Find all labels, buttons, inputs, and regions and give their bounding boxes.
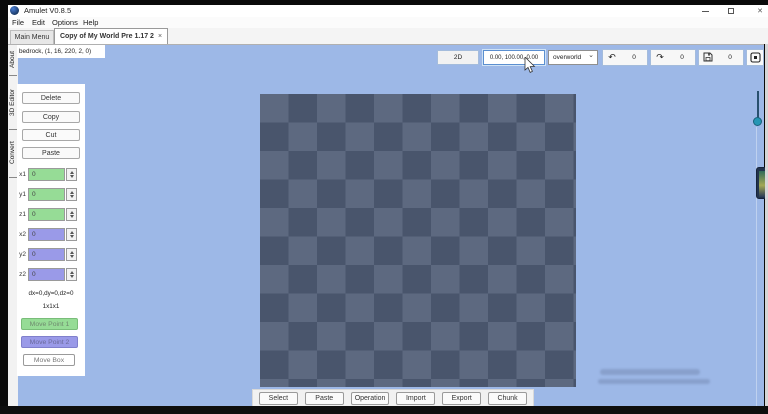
move-point1-button[interactable]: Move Point 1 [21,318,78,330]
y1-spin-row: y1 0 [17,188,85,201]
side-tab-divider [9,75,17,76]
minimize-icon [702,11,709,12]
redo-button[interactable]: ↷ 0 [650,49,696,66]
projection-2d-button[interactable]: 2D [437,50,479,65]
z2-stepper[interactable] [66,268,77,281]
tool-paste-button[interactable]: Paste [305,392,344,405]
undo-button[interactable]: ↶ 0 [602,49,648,66]
amulet-window: Amulet V0.8.5 ✕ File Edit Options Help M… [0,0,768,414]
titlebar: Amulet V0.8.5 ✕ [8,5,768,17]
tool-mode-toolbar: Select Paste Operation Import Export Chu… [252,389,534,407]
selection-tool-panel: Delete Copy Cut Paste x1 0 y1 0 z1 0 x2 … [17,84,85,376]
x1-input[interactable]: 0 [28,168,65,181]
undo-count: 0 [621,54,647,61]
delete-button[interactable]: Delete [22,92,80,104]
copy-button[interactable]: Copy [22,111,80,123]
menu-file[interactable]: File [12,18,24,27]
x1-label: x1 [17,171,26,178]
window-title: Amulet V0.8.5 [24,6,71,15]
video-matte [0,406,768,414]
chevron-down-icon: ⌄ [588,51,594,59]
watermark [598,379,710,384]
tab-close-icon[interactable]: × [158,33,162,40]
x2-label: x2 [17,231,26,238]
tool-operation-button[interactable]: Operation [351,392,390,405]
z1-spin-row: z1 0 [17,208,85,221]
side-tab-divider [9,129,17,130]
move-box-button[interactable]: Move Box [23,354,75,366]
z2-spin-row: z2 0 [17,268,85,281]
hovered-block-status: bedrock, (1, 16, 220, 2, 0) [17,45,105,58]
x2-spin-row: x2 0 [17,228,85,241]
tool-select-button[interactable]: Select [259,392,298,405]
z1-input[interactable]: 0 [28,208,65,221]
menubar: File Edit Options Help [8,17,768,28]
tab-world-label: Copy of My World Pre 1.17 2 [60,33,154,40]
selection-size-text: 1x1x1 [17,303,85,310]
z2-label: z2 [17,271,26,278]
tab-main-menu[interactable]: Main Menu [10,30,54,44]
dimension-value: overworld [553,54,581,61]
tool-chunk-button[interactable]: Chunk [488,392,527,405]
minimize-button[interactable] [697,5,713,17]
restore-button[interactable] [723,5,739,17]
tool-export-button[interactable]: Export [442,392,481,405]
x1-spin-row: x1 0 [17,168,85,181]
save-button[interactable]: 0 [698,49,744,66]
y2-spin-row: y2 0 [17,248,85,261]
x2-stepper[interactable] [66,228,77,241]
app-logo-icon [10,6,19,15]
screenshot-button[interactable] [746,49,764,66]
move-point2-button[interactable]: Move Point 2 [21,336,78,348]
overlay-slider-knob[interactable] [753,117,762,126]
z2-input[interactable]: 0 [28,268,65,281]
redo-count: 0 [669,54,695,61]
y1-input[interactable]: 0 [28,188,65,201]
tabbar: Main Menu Copy of My World Pre 1.17 2 × [8,28,768,44]
x1-stepper[interactable] [66,168,77,181]
menu-options[interactable]: Options [52,18,78,27]
paste-button[interactable]: Paste [22,147,80,159]
y1-stepper[interactable] [66,188,77,201]
x2-input[interactable]: 0 [28,228,65,241]
tab-main-menu-label: Main Menu [15,34,50,41]
tool-import-button[interactable]: Import [396,392,435,405]
y2-input[interactable]: 0 [28,248,65,261]
close-button[interactable]: ✕ [752,5,768,17]
undo-icon: ↶ [603,52,621,63]
boxed-square-icon [750,52,761,63]
close-icon: ✕ [757,8,763,15]
y2-stepper[interactable] [66,248,77,261]
y1-label: y1 [17,191,26,198]
editor-viewport[interactable]: About 3D Editor Convert bedrock, (1, 16,… [8,44,764,406]
tab-world[interactable]: Copy of My World Pre 1.17 2 × [54,28,168,44]
world-canvas[interactable] [260,94,576,387]
selection-delta-text: dx=0,dy=0,dz=0 [17,290,85,297]
restore-icon [728,8,734,14]
save-count: 0 [717,54,743,61]
cut-button[interactable]: Cut [22,129,80,141]
location-input[interactable]: 0.00, 100.00, 0.00 [483,50,545,65]
z1-label: z1 [17,211,26,218]
y2-label: y2 [17,251,26,258]
redo-icon: ↷ [651,52,669,63]
menu-help[interactable]: Help [83,18,98,27]
watermark [600,369,700,375]
save-icon [699,52,717,64]
menu-edit[interactable]: Edit [32,18,45,27]
side-tab-divider [9,177,17,178]
z1-stepper[interactable] [66,208,77,221]
dimension-select[interactable]: overworld ⌄ [548,50,598,65]
